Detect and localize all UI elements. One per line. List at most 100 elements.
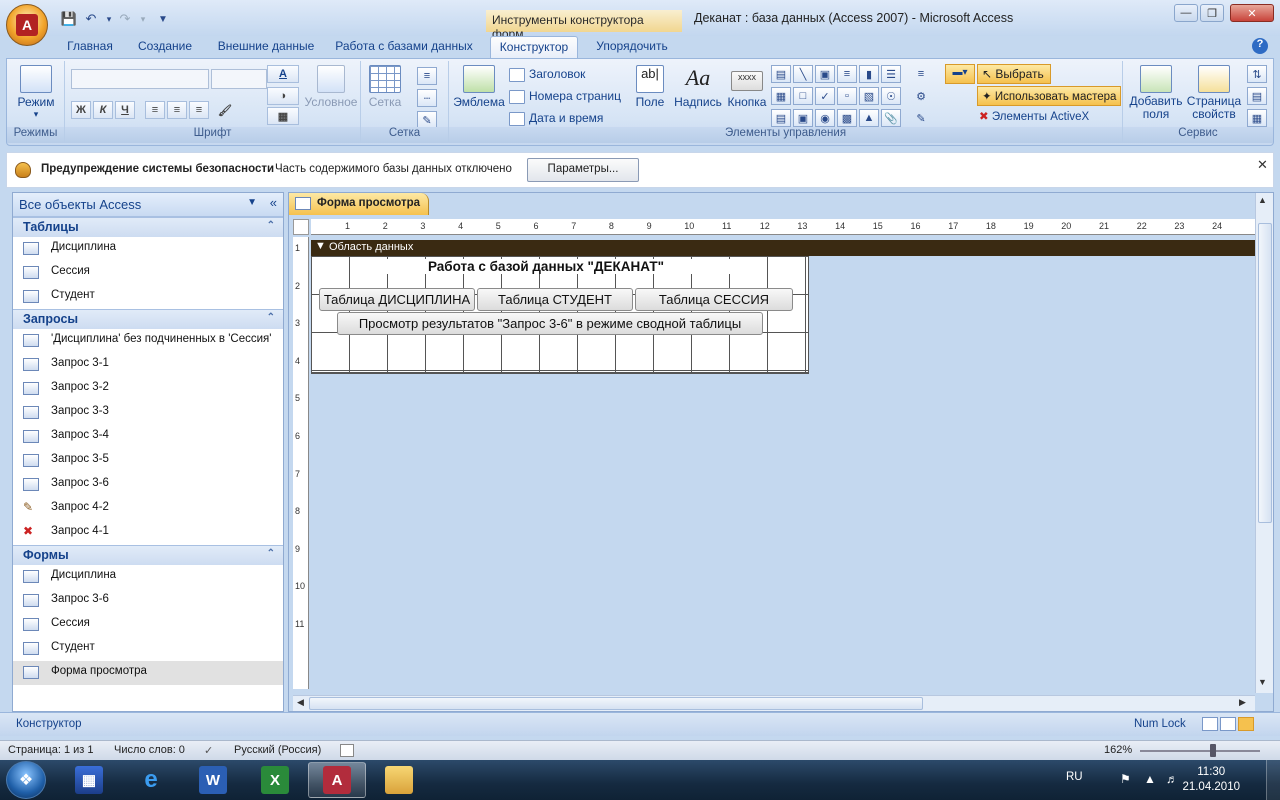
combobox-icon[interactable]: ▦ xyxy=(771,87,791,105)
tab-control-icon[interactable]: ▤ xyxy=(771,65,791,83)
option-group-icon[interactable]: ▣ xyxy=(793,109,813,127)
heading-button[interactable]: Заголовок xyxy=(509,67,585,82)
zoom-slider-thumb[interactable] xyxy=(1210,744,1216,757)
italic-icon[interactable]: К xyxy=(93,101,113,119)
view-code-icon[interactable]: ▤ xyxy=(1247,87,1267,105)
layout-view-icon[interactable] xyxy=(1220,717,1236,731)
conditional-format-button[interactable]: Условное xyxy=(303,65,359,109)
horizontal-ruler[interactable]: 1 2 3 4 5 6 7 8 9 10 11 12 13 14 15 16 17 18 19 20 21 22 23 24 xyxy=(311,219,1255,235)
form-title-label[interactable]: Работа с базой данных "ДЕКАНАТ" xyxy=(351,259,741,274)
line-icon[interactable]: ╲ xyxy=(793,65,813,83)
nav-table-item[interactable]: Дисциплина xyxy=(13,237,283,261)
font-color-icon[interactable]: A xyxy=(267,65,299,83)
hyperlink-icon[interactable]: ☉ xyxy=(881,87,901,105)
nav-section-queries[interactable]: Запросы ⌃ xyxy=(13,309,283,329)
scroll-right-icon[interactable]: ▶ xyxy=(1239,697,1246,708)
activex-button[interactable]: ✖ Элементы ActiveX xyxy=(979,109,1089,123)
macro-record-icon[interactable] xyxy=(340,744,354,757)
nav-query-item[interactable]: ✖ Запрос 4-1 xyxy=(13,521,283,545)
nav-collapse-icon[interactable]: « xyxy=(270,195,277,210)
zoom-slider[interactable] xyxy=(1140,750,1260,752)
font-name-select[interactable] xyxy=(71,69,209,89)
special-effect-icon[interactable]: ⚙ xyxy=(911,87,931,105)
tab-create[interactable]: Создание xyxy=(130,36,200,58)
document-tab[interactable]: Форма просмотра xyxy=(289,193,429,215)
image-icon[interactable]: ▲ xyxy=(859,109,879,127)
form-button-session[interactable]: Таблица СЕССИЯ xyxy=(635,288,793,311)
nav-query-item[interactable]: ✎ Запрос 4-2 xyxy=(13,497,283,521)
nav-query-item[interactable]: Запрос 3-4 xyxy=(13,425,283,449)
macro-icon[interactable]: ▦ xyxy=(1247,109,1267,127)
customize-qat-icon[interactable]: ▼ xyxy=(154,10,172,28)
taskbar-app-library[interactable]: ▦ xyxy=(60,762,118,798)
chart-icon[interactable]: ▮ xyxy=(859,65,879,83)
maximize-button[interactable]: ❐ xyxy=(1200,4,1224,22)
add-fields-button[interactable]: Добавить поля xyxy=(1127,65,1185,121)
nav-section-forms[interactable]: Формы ⌃ xyxy=(13,545,283,565)
vertical-scrollbar[interactable]: ▲ ▼ xyxy=(1255,193,1273,693)
checkbox-icon[interactable]: ✓ xyxy=(815,87,835,105)
nav-form-item[interactable]: Сессия xyxy=(13,613,283,637)
nav-form-item[interactable]: Запрос 3-6 xyxy=(13,589,283,613)
attachment-icon[interactable]: 📎 xyxy=(881,109,901,127)
taskbar-app-access[interactable]: A xyxy=(308,762,366,798)
security-close-icon[interactable]: ✕ xyxy=(1257,157,1268,173)
list-icon[interactable]: ☰ xyxy=(881,65,901,83)
nav-form-item[interactable]: Дисциплина xyxy=(13,565,283,589)
nav-query-item[interactable]: Запрос 3-5 xyxy=(13,449,283,473)
bold-icon[interactable]: Ж xyxy=(71,101,91,119)
scroll-left-icon[interactable]: ◀ xyxy=(297,697,304,708)
volume-icon[interactable]: ♬ xyxy=(1166,772,1178,786)
nav-dropdown-icon[interactable]: ▼ xyxy=(247,197,257,208)
form-view-icon[interactable] xyxy=(1202,717,1218,731)
logo-button[interactable]: Эмблема xyxy=(453,65,505,109)
option-button-icon[interactable]: ◉ xyxy=(815,109,835,127)
office-button[interactable]: A xyxy=(6,4,48,46)
taskbar-app-word[interactable]: W xyxy=(184,762,242,798)
line-color-icon[interactable]: ✎ xyxy=(911,109,931,127)
vertical-ruler[interactable]: 1 2 3 4 5 6 7 8 9 10 11 xyxy=(293,237,309,689)
listbox-icon[interactable]: ▤ xyxy=(771,109,791,127)
align-center-icon[interactable]: ≡ xyxy=(167,101,187,119)
minimize-button[interactable]: — xyxy=(1174,4,1198,22)
taskbar-app-ie[interactable]: e xyxy=(122,762,180,798)
grid-button[interactable]: Сетка xyxy=(365,65,405,109)
taskbar-app-explorer[interactable] xyxy=(370,762,428,798)
redo-dropdown-icon[interactable]: ▾ xyxy=(134,10,152,28)
line-thickness-icon[interactable]: ≡ xyxy=(911,65,931,83)
gridline-width-icon[interactable]: ≡ xyxy=(417,67,437,85)
close-button[interactable]: ✕ xyxy=(1230,4,1274,22)
field-button[interactable]: ab| Поле xyxy=(631,65,669,109)
format-painter-icon[interactable]: 🖌 xyxy=(215,101,235,119)
tab-order-icon[interactable]: ⇅ xyxy=(1247,65,1267,83)
date-time-button[interactable]: Дата и время xyxy=(509,111,603,126)
bound-object-icon[interactable]: ▩ xyxy=(837,109,857,127)
page-numbers-button[interactable]: Номера страниц xyxy=(509,89,621,104)
save-icon[interactable]: 💾 xyxy=(60,10,78,28)
nav-form-item[interactable]: Студент xyxy=(13,637,283,661)
nav-form-item[interactable]: Форма просмотра xyxy=(13,661,283,685)
line-style-icon[interactable]: ▬▾ xyxy=(945,64,975,84)
label-button[interactable]: Aa Надпись xyxy=(673,65,723,109)
use-wizards-button[interactable]: ✦ Использовать мастера xyxy=(977,86,1121,106)
start-button[interactable]: ❖ xyxy=(6,761,46,799)
form-selector[interactable] xyxy=(293,219,309,235)
gridline-type-icon[interactable]: ┄ xyxy=(417,89,437,107)
subform-icon[interactable]: ▧ xyxy=(859,87,879,105)
design-view-icon[interactable] xyxy=(1238,717,1254,731)
font-size-select[interactable] xyxy=(211,69,267,89)
rectangle-icon[interactable]: □ xyxy=(793,87,813,105)
input-language[interactable]: RU xyxy=(1066,771,1083,783)
tab-home[interactable]: Главная xyxy=(58,36,122,58)
form-button-query-3-6[interactable]: Просмотр результатов "Запрос 3-6" в режи… xyxy=(337,312,763,335)
scroll-down-icon[interactable]: ▼ xyxy=(1258,677,1267,687)
select-button[interactable]: ↖ Выбрать xyxy=(977,64,1051,84)
form-design-grid[interactable]: Работа с базой данных "ДЕКАНАТ" Таблица … xyxy=(311,256,809,374)
nav-table-item[interactable]: Студент xyxy=(13,285,283,309)
undo-icon[interactable]: ↶ xyxy=(82,10,100,28)
toggle-icon[interactable]: ▣ xyxy=(815,65,835,83)
gridlines-icon[interactable]: ▦ xyxy=(267,107,299,125)
tab-arrange[interactable]: Упорядочить xyxy=(584,36,680,58)
security-options-button[interactable]: Параметры... xyxy=(527,158,639,182)
clock[interactable]: 11:30 21.04.2010 xyxy=(1182,765,1240,795)
